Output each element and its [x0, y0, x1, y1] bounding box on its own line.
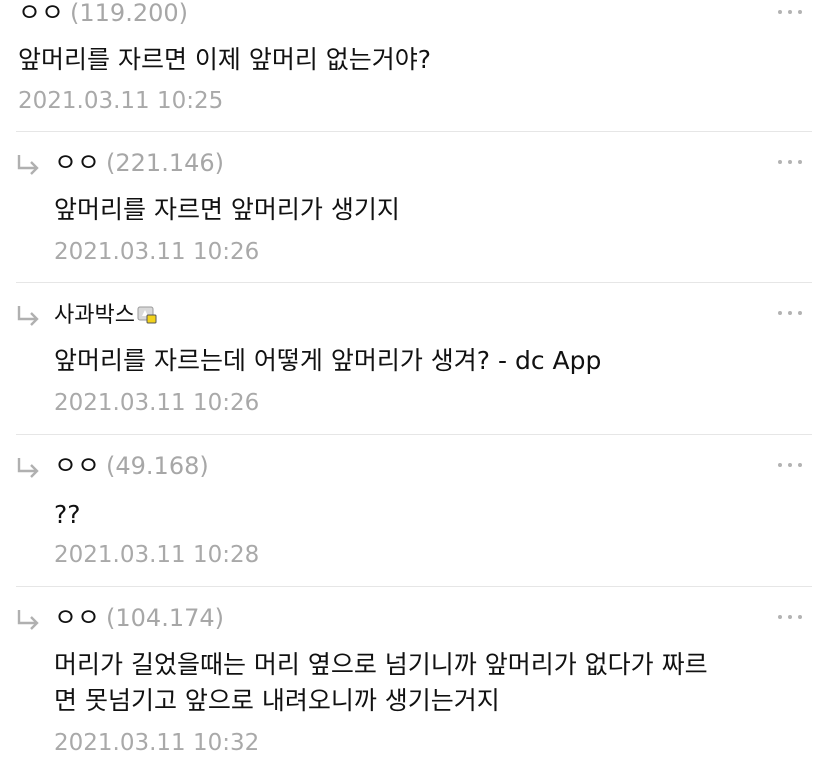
- reply-comment-item: ㅇㅇ (221.146) 앞머리를 자르면 앞머리가 생기지 2021.03.11…: [0, 132, 828, 282]
- comment-time: 2021.03.11 10:26: [54, 239, 260, 265]
- more-dots-icon[interactable]: [778, 8, 802, 16]
- comment-time: 2021.03.11 10:28: [54, 542, 260, 568]
- reply-comment-item: ㅇㅇ (104.174) 머리가 길었을때는 머리 옆으로 넘기니까 앞머리가 없…: [0, 587, 828, 763]
- more-dots-icon[interactable]: [778, 613, 802, 621]
- writer-ip: (119.200): [70, 0, 188, 27]
- comment-writer[interactable]: ㅇㅇ (49.168): [54, 451, 209, 481]
- writer-nickname: 사과박스: [54, 303, 135, 328]
- fixed-nickname-icon: [137, 303, 157, 324]
- comment-time: 2021.03.11 10:32: [54, 730, 260, 756]
- reply-arrow-icon: [17, 306, 39, 326]
- writer-ip: (49.168): [106, 452, 209, 480]
- writer-nickname: ㅇㅇ: [54, 148, 101, 177]
- writer-nickname: ㅇㅇ: [54, 451, 101, 480]
- more-dots-icon[interactable]: [778, 309, 802, 317]
- comment-writer[interactable]: 사과박스: [54, 301, 157, 331]
- writer-ip: (104.174): [106, 604, 224, 632]
- comment-text-line-1: 머리가 길었을때는 머리 옆으로 넘기니까 앞머리가 없다가 짜르: [54, 650, 708, 679]
- comment-writer[interactable]: ㅇㅇ (104.174): [54, 603, 224, 633]
- reply-comment-item: 사과박스 앞머리를 자르는데 어떻게 앞머리가 생겨? - dc App 202…: [0, 283, 828, 434]
- writer-nickname: ㅇㅇ: [18, 0, 65, 27]
- reply-arrow-icon: [17, 155, 39, 175]
- writer-nickname: ㅇㅇ: [54, 603, 101, 632]
- comment-text: 앞머리를 자르면 앞머리가 생기지: [54, 195, 400, 224]
- comment-text-line-2: 면 못넘기고 앞으로 내려오니까 생기는거지: [54, 686, 500, 715]
- reply-arrow-icon: [17, 610, 39, 630]
- more-dots-icon[interactable]: [778, 461, 802, 469]
- reply-comment-item: ㅇㅇ (49.168) ?? 2021.03.11 10:28: [0, 435, 828, 586]
- comment-item: ㅇㅇ (119.200) 앞머리를 자르면 이제 앞머리 없는거야? 2021.0…: [0, 0, 828, 131]
- comment-text: 앞머리를 자르면 이제 앞머리 없는거야?: [18, 45, 432, 74]
- comment-text: 앞머리를 자르는데 어떻게 앞머리가 생겨? - dc App: [54, 346, 602, 375]
- comment-text: ??: [54, 500, 81, 529]
- comment-time: 2021.03.11 10:25: [18, 88, 224, 114]
- comment-writer[interactable]: ㅇㅇ (221.146): [54, 148, 224, 178]
- more-dots-icon[interactable]: [778, 158, 802, 166]
- comment-time: 2021.03.11 10:26: [54, 390, 260, 416]
- comment-writer[interactable]: ㅇㅇ (119.200): [18, 0, 188, 28]
- reply-arrow-icon: [17, 458, 39, 478]
- writer-ip: (221.146): [106, 149, 224, 177]
